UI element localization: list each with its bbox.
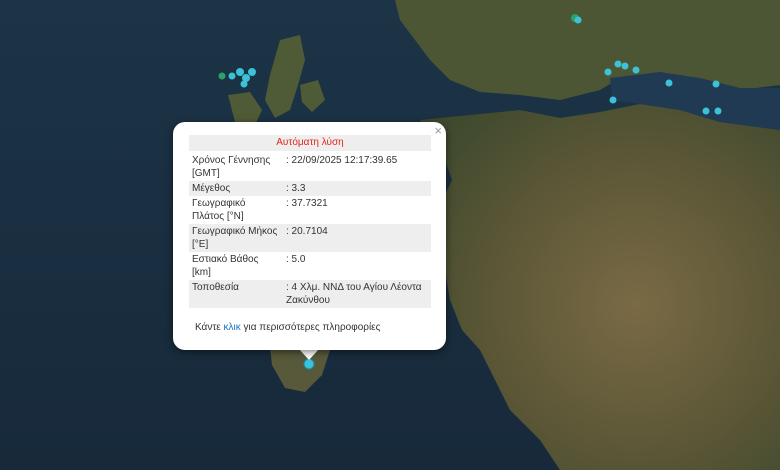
table-row: Χρόνος Γέννησης [GMT] : 22/09/2025 12:17… [189,153,431,181]
row-label: Χρόνος Γέννησης [GMT] [192,155,271,179]
row-value: : 20.7104 [283,224,431,252]
earthquake-popup: × Αυτόματη λύση Χρόνος Γέννησης [GMT] : … [173,122,446,350]
quake-marker[interactable] [604,68,612,76]
popup-tip [299,349,319,360]
info-table: Χρόνος Γέννησης [GMT] : 22/09/2025 12:17… [189,153,431,308]
more-suffix: για περισσότερες πληροφορίες [240,322,381,333]
quake-marker[interactable] [228,72,236,80]
more-prefix: Κάντε [195,322,224,333]
row-label: Εστιακό Βάθος [km] [192,254,259,278]
quake-marker[interactable] [632,66,640,74]
row-label: Μέγεθος [189,181,283,196]
row-value: : 37.7321 [286,198,328,209]
table-row: Γεωγραφικό Μήκος [°E] : 20.7104 [189,224,431,252]
row-label: Γεωγραφικό Πλάτος [°N] [192,198,246,222]
quake-marker[interactable] [236,68,244,76]
row-label: Γεωγραφικό Μήκος [°E] [189,224,283,252]
quake-marker[interactable] [702,107,710,115]
popup-title: Αυτόματη λύση [189,135,431,151]
close-icon[interactable]: × [434,124,442,138]
more-info-text: Κάντε κλικ για περισσότερες πληροφορίες [195,322,380,333]
row-value: : 3.3 [283,181,431,196]
quake-marker[interactable] [240,80,248,88]
quake-marker[interactable] [621,62,629,70]
row-value: : 4 Χλμ. ΝΝΔ του Αγίου Λέοντα Ζακύνθου [283,280,431,308]
quake-marker[interactable] [248,68,256,76]
quake-marker[interactable] [614,60,622,68]
quake-marker[interactable] [609,96,617,104]
more-info-link[interactable]: κλικ [224,322,241,333]
table-row: Μέγεθος : 3.3 [189,181,431,196]
table-row: Γεωγραφικό Πλάτος [°N] : 37.7321 [189,196,431,224]
row-value: : 5.0 [286,254,306,265]
quake-marker[interactable] [714,107,722,115]
quake-marker[interactable] [218,72,226,80]
quake-marker-selected[interactable] [303,358,315,370]
quake-marker[interactable] [665,79,673,87]
quake-marker[interactable] [712,80,720,88]
row-value: : 22/09/2025 12:17:39.65 [286,155,398,166]
quake-marker[interactable] [574,16,582,24]
row-label: Τοποθεσία [189,280,283,308]
table-row: Εστιακό Βάθος [km] : 5.0 [189,252,431,280]
table-row: Τοποθεσία : 4 Χλμ. ΝΝΔ του Αγίου Λέοντα … [189,280,431,308]
